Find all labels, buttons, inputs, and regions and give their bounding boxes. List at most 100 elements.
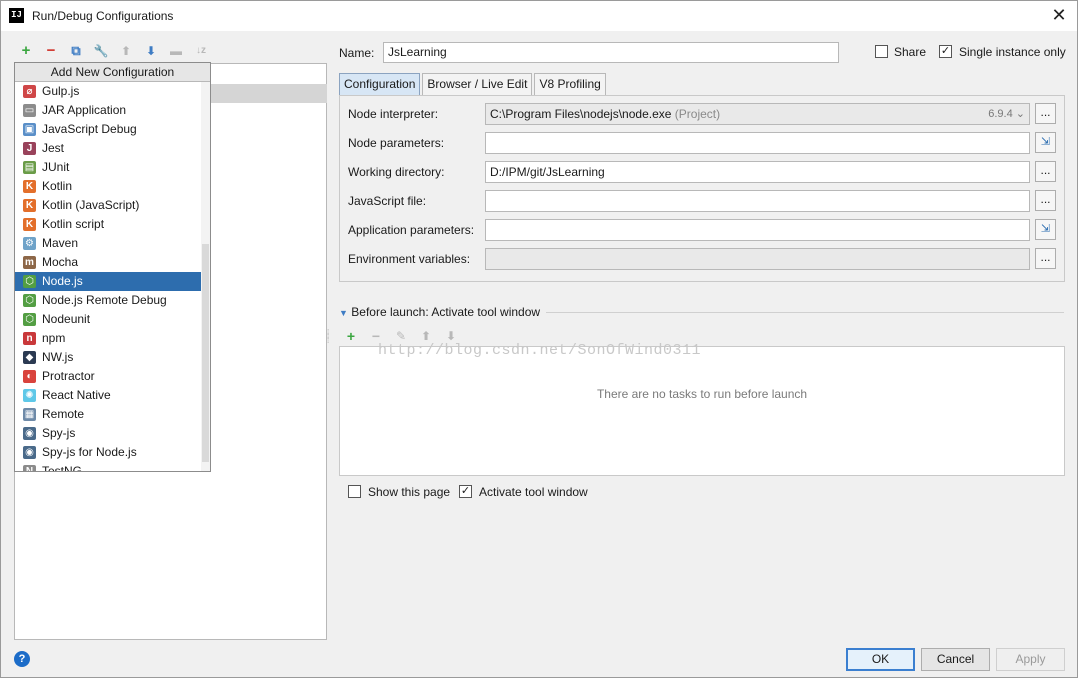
list-item-jar-application[interactable]: ▭ JAR Application — [15, 101, 201, 120]
nwjs-icon: ◆ — [23, 351, 36, 364]
node-interpreter-value: C:\Program Files\nodejs\node.exe — [490, 107, 672, 121]
tab-configuration[interactable]: Configuration — [339, 73, 421, 95]
environment-variables-input[interactable] — [485, 248, 1030, 270]
show-this-page-label: Show this page — [368, 485, 451, 499]
list-item-label: JAR Application — [42, 103, 127, 117]
configuration-type-list: ⌀ Gulp.js ▭ JAR Application ▣ JavaScript Debu… — [15, 82, 201, 471]
jest-icon: J — [23, 142, 36, 155]
list-item-label: Node.js — [42, 274, 83, 288]
node-version: 6.9.4 ⌄ — [988, 108, 1025, 120]
show-this-page-checkbox[interactable] — [348, 485, 361, 498]
before-launch-task-list[interactable]: There are no tasks to run before launch — [339, 346, 1065, 476]
list-item-gulp-js[interactable]: ⌀ Gulp.js — [15, 82, 201, 101]
config-tabs: Configuration Browser / Live Edit V8 Pro… — [339, 73, 608, 95]
list-item-nw-js[interactable]: ◆ NW.js — [15, 348, 201, 367]
node-interpreter-label: Node interpreter: — [348, 107, 439, 121]
share-checkbox[interactable] — [875, 45, 888, 58]
add-icon[interactable]: + — [16, 41, 36, 61]
list-item-javascript-debug[interactable]: ▣ JavaScript Debug — [15, 120, 201, 139]
run-debug-dialog: IJ Run/Debug Configurations ✕ + − ⧉ 🔧 ⬆ … — [0, 0, 1078, 678]
javascript-file-browse-button[interactable]: ... — [1035, 190, 1056, 211]
list-item-label: Node.js Remote Debug — [42, 293, 167, 307]
cancel-button[interactable]: Cancel — [921, 648, 990, 671]
chevron-down-icon[interactable]: ⌄ — [1016, 108, 1025, 120]
remove-icon[interactable]: − — [41, 41, 61, 61]
kotlin-icon: K — [23, 180, 36, 193]
tab-v8-profiling[interactable]: V8 Profiling — [534, 73, 606, 95]
list-item-jest[interactable]: J Jest — [15, 139, 201, 158]
share-label: Share — [894, 45, 927, 59]
single-instance-checkbox[interactable]: ✓ — [939, 45, 952, 58]
working-directory-browse-button[interactable]: ... — [1035, 161, 1056, 182]
list-item-label: Jest — [42, 141, 65, 155]
testng-icon: N — [23, 465, 36, 471]
ok-button[interactable]: OK — [846, 648, 915, 671]
expand-field-icon[interactable]: ⇲ — [1035, 219, 1056, 240]
environment-variables-browse-button[interactable]: ... — [1035, 248, 1056, 269]
node-interpreter-note: (Project) — [674, 107, 721, 121]
list-item-mocha[interactable]: m Mocha — [15, 253, 201, 272]
folder-icon[interactable]: ▬ — [166, 41, 186, 61]
kotlin-js-icon: K — [23, 199, 36, 212]
node-interpreter-combo[interactable]: C:\Program Files\nodejs\node.exe (Projec… — [485, 103, 1030, 125]
copy-icon[interactable]: ⧉ — [66, 41, 86, 61]
list-item-kotlin-javascript[interactable]: K Kotlin (JavaScript) — [15, 196, 201, 215]
add-task-icon[interactable]: + — [342, 327, 360, 345]
list-item-testng[interactable]: N TestNG — [15, 462, 201, 471]
nodeunit-icon: ⬡ — [23, 313, 36, 326]
list-item-remote[interactable]: ▦ Remote — [15, 405, 201, 424]
splitter-handle[interactable]: ⁞ ⁞ ⁞ — [327, 329, 333, 349]
maven-icon: ⚙ — [23, 237, 36, 250]
before-launch-section[interactable]: ▼ Before launch: Activate tool window — [339, 305, 540, 319]
popup-header: Add New Configuration — [15, 63, 210, 82]
help-icon[interactable]: ? — [14, 651, 30, 667]
working-directory-label: Working directory: — [348, 165, 445, 179]
list-item-label: Kotlin (JavaScript) — [42, 198, 140, 212]
title-bar: IJ Run/Debug Configurations ✕ — [1, 1, 1077, 31]
intellij-app-icon: IJ — [9, 8, 24, 23]
list-item-spy-js[interactable]: ◉ Spy-js — [15, 424, 201, 443]
node-parameters-label: Node parameters: — [348, 136, 445, 150]
empty-tasks-message: There are no tasks to run before launch — [596, 387, 808, 401]
list-item-protractor[interactable]: ◐ Protractor — [15, 367, 201, 386]
list-item-label: npm — [42, 331, 66, 345]
window-title: Run/Debug Configurations — [32, 9, 174, 23]
apply-button[interactable]: Apply — [996, 648, 1065, 671]
name-input[interactable]: JsLearning — [383, 42, 839, 63]
js-debug-icon: ▣ — [23, 123, 36, 136]
list-item-nodeunit[interactable]: ⬡ Nodeunit — [15, 310, 201, 329]
list-item-react-native[interactable]: ✺ React Native — [15, 386, 201, 405]
nodejs-remote-icon: ⬡ — [23, 294, 36, 307]
node-parameters-input[interactable] — [485, 132, 1030, 154]
list-item-junit[interactable]: ▤ JUnit — [15, 158, 201, 177]
activate-tool-window-checkbox[interactable]: ✓ — [459, 485, 472, 498]
list-item-spy-js-for-node-js[interactable]: ◉ Spy-js for Node.js — [15, 443, 201, 462]
triangle-down-icon[interactable]: ▼ — [339, 308, 348, 318]
expand-field-icon[interactable]: ⇲ — [1035, 132, 1056, 153]
spy-js-icon: ◉ — [23, 427, 36, 440]
list-item-label: Mocha — [42, 255, 79, 269]
list-item-kotlin-script[interactable]: K Kotlin script — [15, 215, 201, 234]
kotlin-script-icon: K — [23, 218, 36, 231]
move-up-icon[interactable]: ⬆ — [116, 41, 136, 61]
list-item-node-js[interactable]: ⬡ Node.js — [15, 272, 201, 291]
selected-tree-row[interactable] — [211, 84, 327, 103]
list-item-kotlin[interactable]: K Kotlin — [15, 177, 201, 196]
list-item-maven[interactable]: ⚙ Maven — [15, 234, 201, 253]
list-item-npm[interactable]: n npm — [15, 329, 201, 348]
single-instance-label: Single instance only — [959, 45, 1066, 59]
tab-browser-live-edit[interactable]: Browser / Live Edit — [422, 73, 533, 95]
edit-defaults-icon[interactable]: 🔧 — [91, 41, 111, 61]
environment-variables-label: Environment variables: — [348, 252, 471, 266]
list-item-node-js-remote-debug[interactable]: ⬡ Node.js Remote Debug — [15, 291, 201, 310]
close-icon[interactable]: ✕ — [1051, 5, 1067, 25]
popup-scrollbar-thumb[interactable] — [202, 244, 209, 462]
spy-js-node-icon: ◉ — [23, 446, 36, 459]
javascript-file-input[interactable] — [485, 190, 1030, 212]
move-down-icon[interactable]: ⬇ — [141, 41, 161, 61]
sort-icon[interactable]: ↓z — [191, 41, 211, 61]
popup-scrollbar[interactable] — [201, 82, 210, 471]
working-directory-input[interactable]: D:/IPM/git/JsLearning — [485, 161, 1030, 183]
application-parameters-input[interactable] — [485, 219, 1030, 241]
node-interpreter-browse-button[interactable]: ... — [1035, 103, 1056, 124]
